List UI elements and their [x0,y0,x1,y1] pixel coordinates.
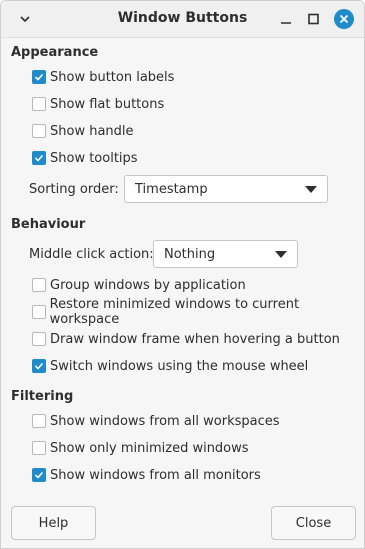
checkbox-label: Show handle [50,123,134,139]
show-handle-checkbox[interactable]: Show handle [32,122,134,140]
titlebar: Window Buttons [1,1,364,38]
checkbox-label: Show windows from all monitors [50,467,261,483]
checkbox-label: Show flat buttons [50,96,165,112]
checkbox-checked-icon [32,468,46,482]
checkbox-checked-icon [32,151,46,165]
close-icon[interactable] [334,9,354,29]
show-tooltips-checkbox[interactable]: Show tooltips [32,149,138,167]
only-minimized-checkbox[interactable]: Show only minimized windows [32,439,249,457]
middle-click-label: Middle click action: [29,247,154,262]
checkbox-label: Show only minimized windows [50,440,249,456]
section-filtering-title: Filtering [11,389,74,404]
sorting-order-value: Timestamp [135,181,208,197]
middle-click-dropdown[interactable]: Nothing [153,240,298,268]
checkbox-unchecked-icon [32,441,46,455]
checkbox-label: Restore minimized windows to current wor… [49,297,300,327]
restore-minimized-checkbox[interactable]: Restore minimized windows to current wor… [32,297,364,327]
dropdown-arrow-icon [275,251,287,258]
sorting-order-dropdown[interactable]: Timestamp [124,175,328,203]
section-behaviour-title: Behaviour [11,217,86,232]
checkbox-label: Show tooltips [50,150,138,166]
show-flat-buttons-checkbox[interactable]: Show flat buttons [32,95,164,113]
checkbox-unchecked-icon [32,97,46,111]
maximize-icon[interactable] [303,9,323,29]
section-appearance-title: Appearance [11,45,99,60]
checkbox-unchecked-icon [32,278,46,292]
checkbox-unchecked-icon [32,305,46,319]
checkbox-label: Switch windows using the mouse wheel [50,358,309,374]
checkbox-checked-icon [32,359,46,373]
switch-wheel-checkbox[interactable]: Switch windows using the mouse wheel [32,357,308,375]
checkbox-label: Show button labels [50,69,175,85]
group-windows-checkbox[interactable]: Group windows by application [32,276,246,294]
window-buttons-dialog: Window Buttons Appearance Show button la… [0,0,365,549]
show-button-labels-checkbox[interactable]: Show button labels [32,68,174,86]
all-workspaces-checkbox[interactable]: Show windows from all workspaces [32,412,280,430]
minimize-icon[interactable] [276,9,296,29]
checkbox-unchecked-icon [32,332,46,346]
checkbox-checked-icon [32,70,46,84]
help-button[interactable]: Help [11,506,96,540]
checkbox-label: Show windows from all workspaces [50,413,280,429]
all-monitors-checkbox[interactable]: Show windows from all monitors [32,466,261,484]
sorting-order-label: Sorting order: [29,182,119,197]
dropdown-arrow-icon [305,186,317,193]
draw-frame-checkbox[interactable]: Draw window frame when hovering a button [32,330,340,348]
checkbox-unchecked-icon [32,414,46,428]
checkbox-label: Group windows by application [50,277,246,293]
checkbox-label: Draw window frame when hovering a button [50,331,340,347]
middle-click-value: Nothing [164,246,216,262]
checkbox-unchecked-icon [32,124,46,138]
close-button[interactable]: Close [271,506,356,540]
